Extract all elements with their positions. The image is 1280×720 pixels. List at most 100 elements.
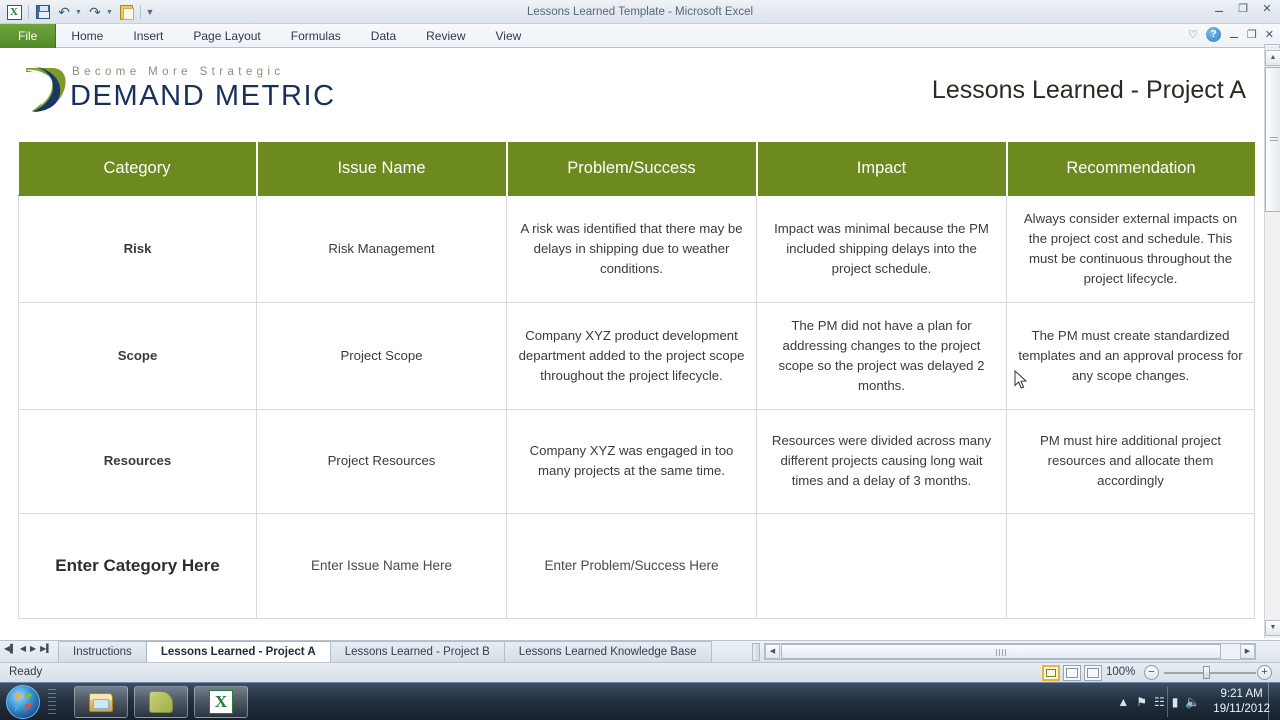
tab-formulas[interactable]: Formulas	[276, 24, 356, 48]
table-row[interactable]: Risk Risk Management A risk was identifi…	[18, 194, 1255, 303]
cell-recommendation[interactable]	[1006, 512, 1255, 619]
ribbon-tabs: File Home Insert Page Layout Formulas Da…	[0, 24, 536, 48]
col-header-impact[interactable]: Impact	[756, 142, 1008, 196]
cell-category[interactable]: Enter Category Here	[18, 512, 257, 619]
zoom-in-button[interactable]: +	[1257, 665, 1272, 680]
normal-view-button[interactable]	[1042, 665, 1060, 681]
cell-problem[interactable]: A risk was identified that there may be …	[506, 194, 757, 303]
battery-icon[interactable]: ▮	[1172, 695, 1179, 709]
cell-issue[interactable]: Enter Issue Name Here	[256, 512, 507, 619]
taskbar-clock[interactable]: 9:21 AM 19/11/2012	[1207, 687, 1276, 717]
taskbar-sticky-notes[interactable]	[134, 686, 188, 718]
ribbon-tab-strip: File Home Insert Page Layout Formulas Da…	[0, 24, 1280, 48]
minimize-icon[interactable]: ⚊	[1212, 2, 1226, 15]
sheet-tab-knowledge-base[interactable]: Lessons Learned Knowledge Base	[503, 641, 712, 663]
view-buttons[interactable]	[1042, 665, 1102, 681]
tab-review[interactable]: Review	[411, 24, 480, 48]
scroll-left-icon[interactable]: ◀	[765, 644, 780, 659]
col-header-issue-name[interactable]: Issue Name	[256, 142, 508, 196]
sheet-nav-buttons[interactable]: ◀▌ ◀ ▶ ▶▍	[4, 644, 52, 653]
tab-data[interactable]: Data	[356, 24, 411, 48]
cell-category[interactable]: Risk	[18, 194, 257, 303]
sheet-tab-project-b[interactable]: Lessons Learned - Project B	[329, 641, 505, 663]
system-tray: ▲ ⚑ ☷ ▮ 🔈 9:21 AM 19/11/2012	[1117, 683, 1276, 720]
title-bar: X ↶ ▼ ↷ ▼ ▼ Lessons Learned Template - M…	[0, 0, 1280, 24]
page-layout-view-button[interactable]	[1063, 665, 1081, 681]
sheet-tab-instructions[interactable]: Instructions	[58, 641, 147, 663]
cell-problem[interactable]: Company XYZ product development departme…	[506, 301, 757, 410]
cell-recommendation[interactable]: Always consider external impacts on the …	[1006, 194, 1255, 303]
cell-problem[interactable]: Enter Problem/Success Here	[506, 512, 757, 619]
help-icon[interactable]: ?	[1206, 27, 1222, 42]
cell-issue[interactable]: Risk Management	[256, 194, 507, 303]
cell-category[interactable]: Scope	[18, 301, 257, 410]
ribbon-controls[interactable]: ♡ ? ⚊ ❐ ✕	[1188, 27, 1274, 42]
worksheet-area[interactable]: Become More Strategic DEMAND METRIC Less…	[0, 48, 1264, 638]
tab-home[interactable]: Home	[56, 24, 118, 48]
tab-page-layout[interactable]: Page Layout	[178, 24, 275, 48]
scroll-down-icon[interactable]: ▼	[1265, 620, 1280, 636]
taskbar-windows-explorer[interactable]	[74, 686, 128, 718]
cell-recommendation[interactable]: The PM must create standardized template…	[1006, 301, 1255, 410]
windows-taskbar: X ▲ ⚑ ☷ ▮ 🔈 9:21 AM 19/11/2012	[0, 682, 1280, 720]
cell-impact[interactable]	[756, 512, 1007, 619]
zoom-slider-track[interactable]	[1164, 672, 1256, 674]
taskbar-grip[interactable]	[48, 689, 56, 715]
zoom-slider-thumb[interactable]	[1203, 666, 1210, 679]
cell-impact[interactable]: Impact was minimal because the PM includ…	[756, 194, 1007, 303]
table-row[interactable]: Resources Project Resources Company XYZ …	[18, 408, 1255, 514]
scroll-right-icon[interactable]: ▶	[1240, 644, 1255, 659]
table-row[interactable]: Scope Project Scope Company XYZ product …	[18, 301, 1255, 410]
first-sheet-icon[interactable]: ◀▌	[4, 644, 16, 653]
brand-tagline: Become More Strategic	[72, 66, 285, 78]
horizontal-scroll-thumb[interactable]	[781, 644, 1221, 659]
volume-icon[interactable]: 🔈	[1185, 695, 1200, 709]
vertical-scrollbar[interactable]: ▲ ▼	[1264, 48, 1280, 638]
restore-icon[interactable]: ❐	[1236, 2, 1250, 15]
minimize-ribbon-icon[interactable]: ♡	[1188, 28, 1198, 41]
tab-split-handle[interactable]	[752, 643, 760, 661]
show-desktop-button[interactable]	[1268, 683, 1276, 720]
doc-restore-icon[interactable]: ❐	[1247, 28, 1257, 41]
prev-sheet-icon[interactable]: ◀	[20, 644, 26, 653]
window-controls[interactable]: ⚊ ❐ ✕	[1212, 2, 1274, 15]
sheet-tab-project-a[interactable]: Lessons Learned - Project A	[145, 641, 331, 663]
col-header-recommendation[interactable]: Recommendation	[1006, 142, 1255, 196]
sheet-tab-bar: ◀▌ ◀ ▶ ▶▍ Instructions Lessons Learned -…	[0, 640, 1280, 663]
taskbar-microsoft-excel[interactable]: X	[194, 686, 248, 718]
doc-close-icon[interactable]: ✕	[1265, 28, 1274, 41]
network-icon[interactable]: ☷	[1154, 695, 1165, 709]
next-sheet-icon[interactable]: ▶	[30, 644, 36, 653]
cell-issue[interactable]: Project Scope	[256, 301, 507, 410]
table-row[interactable]: Enter Category Here Enter Issue Name Her…	[18, 512, 1255, 619]
zoom-out-button[interactable]: −	[1144, 665, 1159, 680]
doc-minimize-icon[interactable]: ⚊	[1229, 28, 1239, 41]
page-break-view-button[interactable]	[1084, 665, 1102, 681]
close-icon[interactable]: ✕	[1260, 2, 1274, 15]
cell-issue[interactable]: Project Resources	[256, 408, 507, 514]
last-sheet-icon[interactable]: ▶▍	[40, 644, 52, 653]
cell-category[interactable]: Resources	[18, 408, 257, 514]
cell-impact[interactable]: The PM did not have a plan for addressin…	[756, 301, 1007, 410]
show-hidden-icons[interactable]: ▲	[1117, 695, 1129, 709]
window-title: Lessons Learned Template - Microsoft Exc…	[526, 6, 754, 18]
scroll-up-icon[interactable]: ▲	[1265, 50, 1280, 66]
action-center-icon[interactable]: ⚑	[1136, 695, 1147, 709]
tab-file[interactable]: File	[0, 24, 57, 48]
lessons-learned-table: Category Issue Name Problem/Success Impa…	[18, 142, 1255, 619]
clock-time: 9:21 AM	[1220, 688, 1263, 700]
cell-impact[interactable]: Resources were divided across many diffe…	[756, 408, 1007, 514]
tab-view[interactable]: View	[481, 24, 537, 48]
cell-recommendation[interactable]: PM must hire additional project resource…	[1006, 408, 1255, 514]
status-text: Ready	[9, 666, 43, 678]
cell-problem[interactable]: Company XYZ was engaged in too many proj…	[506, 408, 757, 514]
demand-metric-logo-icon	[24, 66, 66, 112]
col-header-category[interactable]: Category	[18, 142, 258, 196]
col-header-problem-success[interactable]: Problem/Success	[506, 142, 758, 196]
tab-insert[interactable]: Insert	[118, 24, 178, 48]
zoom-level[interactable]: 100%	[1106, 666, 1135, 678]
start-button[interactable]	[6, 685, 40, 719]
vertical-scroll-thumb[interactable]	[1265, 67, 1280, 212]
horizontal-scrollbar[interactable]: ◀ ▶	[764, 643, 1256, 660]
excel-window: X ↶ ▼ ↷ ▼ ▼ Lessons Learned Template - M…	[0, 0, 1280, 720]
